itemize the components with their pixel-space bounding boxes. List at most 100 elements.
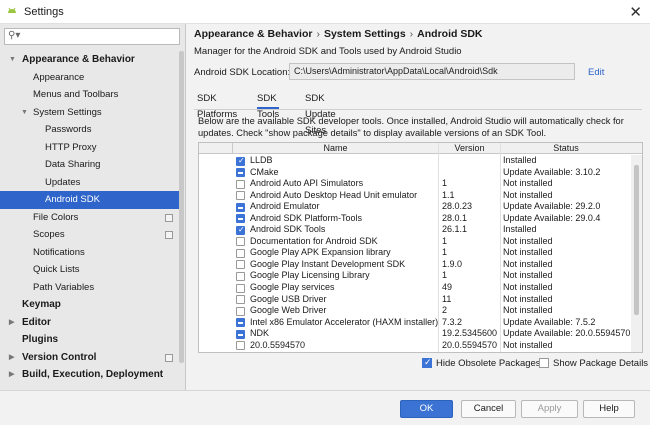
cell-name: Intel x86 Emulator Accelerator (HAXM ins…: [250, 316, 439, 327]
window-title: Settings: [24, 6, 64, 18]
sidebar-item[interactable]: ▶ Editor: [0, 314, 180, 332]
table-row[interactable]: Google Play services 49 Not installed: [199, 282, 631, 294]
sidebar-item[interactable]: Updates: [0, 174, 180, 192]
expand-arrow-icon[interactable]: ▼: [9, 51, 16, 69]
edit-link[interactable]: Edit: [588, 67, 604, 78]
hide-obsolete-checkbox[interactable]: [422, 357, 432, 368]
sidebar-item[interactable]: Scopes: [0, 226, 180, 244]
cell-version: 28.0.1: [442, 212, 468, 223]
scrollbar-thumb[interactable]: [634, 165, 639, 315]
collapse-arrow-icon[interactable]: ▶: [9, 366, 14, 384]
cell-name: Documentation for Android SDK: [250, 235, 378, 246]
row-checkbox[interactable]: [236, 237, 245, 247]
row-checkbox[interactable]: [236, 191, 245, 201]
cell-version: 1.1: [442, 189, 455, 200]
column-header-version[interactable]: Version: [438, 143, 500, 154]
row-checkbox[interactable]: [236, 306, 245, 316]
sdk-tools-table: Name Version Status LLDB Installed CMake Up…: [198, 142, 643, 353]
row-checkbox[interactable]: [236, 225, 245, 235]
row-checkbox[interactable]: [236, 283, 245, 293]
row-checkbox[interactable]: [236, 202, 245, 212]
table-row[interactable]: Android Auto Desktop Head Unit emulator 1…: [199, 190, 631, 202]
table-row[interactable]: Android Auto API Simulators 1 Not installe…: [199, 178, 631, 190]
sidebar-item[interactable]: HTTP Proxy: [0, 139, 180, 157]
table-row[interactable]: NDK 19.2.5345600 Update Available: 20.0.55…: [199, 328, 631, 340]
sidebar-item[interactable]: Keymap: [0, 296, 180, 314]
sidebar-item[interactable]: Android SDK: [0, 191, 180, 209]
sidebar-item-label: Passwords: [45, 124, 92, 135]
cell-status: Not installed: [503, 282, 553, 293]
table-row[interactable]: Google USB Driver 11 Not installed: [199, 294, 631, 306]
sidebar-item[interactable]: ▼ Appearance & Behavior: [0, 51, 180, 69]
close-icon[interactable]: ✕: [629, 3, 642, 21]
row-checkbox[interactable]: [236, 295, 245, 305]
cell-version: 20.0.5594570: [442, 339, 498, 350]
show-details-checkbox[interactable]: [539, 358, 549, 368]
search-input[interactable]: ⚲▾: [4, 28, 180, 45]
sidebar-item[interactable]: Passwords: [0, 121, 180, 139]
row-checkbox[interactable]: [236, 248, 245, 258]
column-header-name[interactable]: Name: [232, 143, 438, 154]
table-row[interactable]: Android SDK Tools 26.1.1 Installed: [199, 224, 631, 236]
sidebar-item[interactable]: Notifications: [0, 244, 180, 262]
table-row[interactable]: 20.0.5594570 20.0.5594570 Not installed: [199, 340, 631, 352]
breadcrumb: Appearance & Behavior › System Settings › An…: [194, 28, 483, 40]
help-button[interactable]: Help: [583, 400, 635, 418]
table-row[interactable]: Google Web Driver 2 Not installed: [199, 305, 631, 317]
sidebar-item[interactable]: Path Variables: [0, 279, 180, 297]
apply-button[interactable]: Apply: [521, 400, 578, 418]
sidebar-item-label: Path Variables: [33, 281, 95, 293]
column-header-status[interactable]: Status: [500, 143, 631, 154]
cell-status: Not installed: [503, 258, 553, 269]
expand-arrow-icon[interactable]: ▼: [21, 104, 28, 122]
row-checkbox[interactable]: [236, 271, 245, 281]
table-row[interactable]: Google Play Instant Development SDK 1.9.0…: [199, 259, 631, 271]
sidebar-item[interactable]: Plugins: [0, 331, 180, 349]
sidebar-item[interactable]: File Colors: [0, 209, 180, 227]
tab-sdk-update-sites[interactable]: SDK Update Sites: [305, 91, 336, 136]
table-row[interactable]: Intel x86 Emulator Accelerator (HAXM ins…: [199, 317, 631, 329]
sidebar-item[interactable]: ▶ Version Control: [0, 349, 180, 367]
show-details-label: Show Package Details: [553, 358, 649, 369]
table-row[interactable]: CMake Update Available: 3.10.2: [199, 167, 631, 179]
row-checkbox[interactable]: [236, 329, 245, 339]
sidebar-item[interactable]: Quick Lists: [0, 261, 180, 279]
ok-button[interactable]: OK: [400, 400, 453, 418]
table-row[interactable]: Android SDK Platform-Tools 28.0.1 Update A…: [199, 213, 631, 225]
row-checkbox[interactable]: [236, 179, 245, 189]
sidebar-item[interactable]: Appearance: [0, 69, 180, 87]
row-checkbox[interactable]: [236, 341, 245, 351]
sidebar-item-label: System Settings: [33, 106, 102, 118]
row-checkbox[interactable]: [236, 168, 245, 178]
sidebar-item-label: Quick Lists: [33, 264, 80, 275]
table-row[interactable]: Documentation for Android SDK 1 Not instal…: [199, 236, 631, 248]
table-row[interactable]: Google Play APK Expansion library 1 Not in…: [199, 247, 631, 259]
sidebar-item-label: File Colors: [33, 211, 79, 223]
cell-status: Not installed: [503, 293, 553, 304]
tab-sdk-platforms[interactable]: SDK Platforms: [197, 91, 237, 120]
sidebar-scrollbar[interactable]: [179, 51, 184, 363]
cell-name: Google Play Licensing Library: [250, 270, 370, 281]
table-row[interactable]: Google Play Licensing Library 1 Not instal…: [199, 270, 631, 282]
table-row[interactable]: LLDB Installed: [199, 155, 631, 167]
collapse-arrow-icon[interactable]: ▶: [9, 349, 14, 367]
row-checkbox[interactable]: [236, 156, 245, 166]
sidebar-item[interactable]: Data Sharing: [0, 156, 180, 174]
row-checkbox[interactable]: [236, 214, 245, 224]
tab-sdk-tools[interactable]: SDK Tools: [257, 91, 279, 120]
sidebar-item[interactable]: ▼ System Settings: [0, 104, 180, 122]
sdk-location-field[interactable]: C:\Users\Administrator\AppData\Local\And…: [289, 63, 575, 80]
cell-version: 1.9.0: [442, 258, 463, 269]
settings-tree: ▼ Appearance & Behavior Appearance Menus an…: [0, 51, 180, 384]
sidebar-item-label: Appearance & Behavior: [22, 54, 135, 65]
cell-name: Android SDK Platform-Tools: [250, 212, 363, 223]
cell-version: 7.3.2: [442, 316, 463, 327]
sidebar-item[interactable]: ▶ Build, Execution, Deployment: [0, 366, 180, 384]
table-scrollbar[interactable]: [631, 155, 642, 352]
collapse-arrow-icon[interactable]: ▶: [9, 314, 14, 332]
row-checkbox[interactable]: [236, 318, 245, 328]
row-checkbox[interactable]: [236, 260, 245, 270]
cancel-button[interactable]: Cancel: [461, 400, 516, 418]
sidebar-item[interactable]: Menus and Toolbars: [0, 86, 180, 104]
table-row[interactable]: Android Emulator 28.0.23 Update Available:…: [199, 201, 631, 213]
